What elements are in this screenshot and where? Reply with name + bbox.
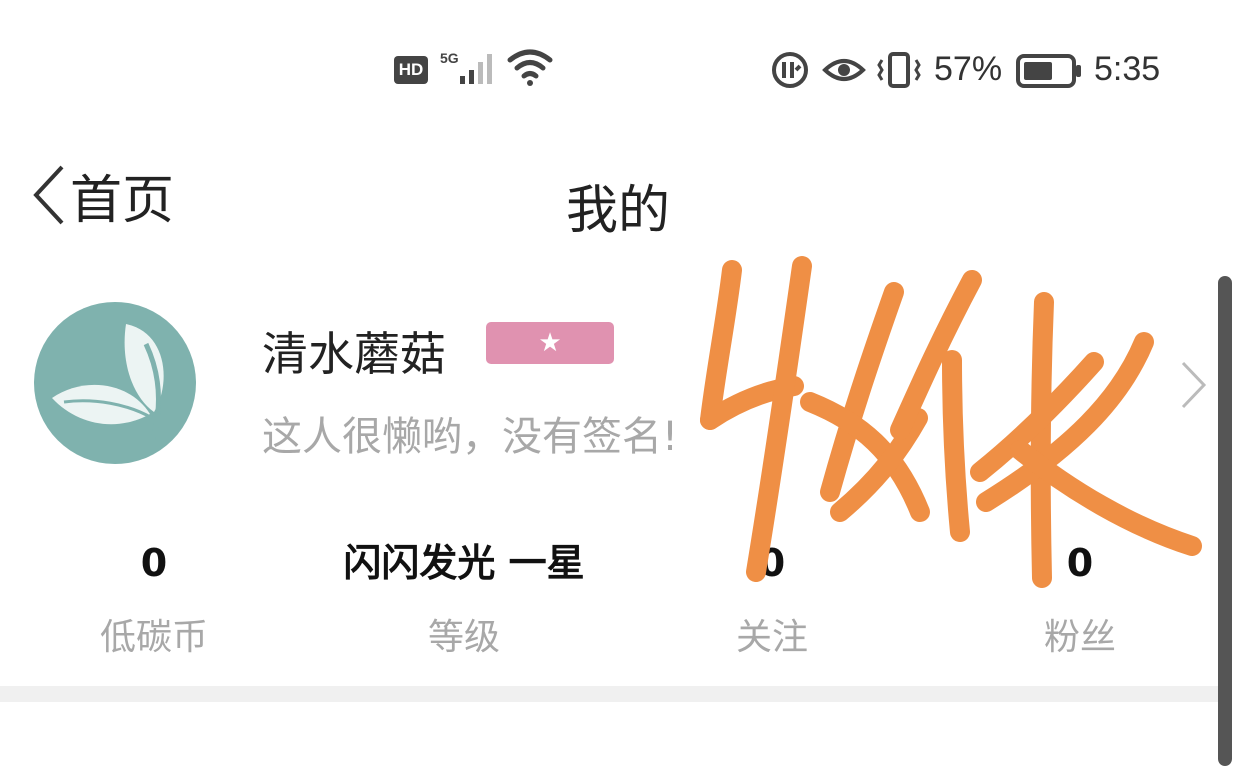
stat-value: 0	[758, 541, 786, 585]
stat-following[interactable]: 0 关注	[622, 536, 922, 660]
stat-value: 闪闪发光 一星	[343, 541, 585, 585]
level-badge: ★	[486, 322, 614, 364]
avatar[interactable]	[34, 302, 196, 464]
stat-carbon-coins[interactable]: 0 低碳币	[4, 536, 304, 660]
star-icon: ★	[538, 328, 562, 358]
stat-label: 关注	[735, 617, 808, 658]
profile-card[interactable]: 清水蘑菇 ★ 这人很懒哟，没有签名!	[0, 260, 1220, 490]
network-type: 5G	[440, 50, 459, 66]
wifi-icon	[507, 49, 553, 86]
battery-percent: 57%	[934, 50, 1003, 88]
top-nav-bar: 首页 我的	[0, 140, 1236, 250]
status-bar: HD 5G 57% 5:35	[0, 0, 1236, 130]
stat-label: 粉丝	[1043, 617, 1116, 658]
stat-level[interactable]: 闪闪发光 一星 等级	[314, 536, 614, 660]
scrollbar[interactable]	[1218, 276, 1232, 766]
user-name: 清水蘑菇	[262, 327, 446, 381]
section-divider	[0, 686, 1220, 702]
page-title: 我的	[565, 181, 670, 241]
signal-icon	[460, 54, 492, 84]
stat-value: 0	[140, 541, 168, 585]
stat-label: 等级	[427, 617, 500, 658]
vibrate-icon	[877, 52, 921, 88]
stat-followers[interactable]: 0 粉丝	[930, 536, 1230, 660]
battery-icon	[1016, 54, 1081, 88]
stat-value: 0	[1066, 541, 1094, 585]
clock: 5:35	[1094, 50, 1161, 88]
eye-icon	[822, 59, 866, 81]
leaf-logo-icon	[52, 324, 164, 464]
hd-icon: HD	[394, 56, 428, 84]
user-signature: 这人很懒哟，没有签名!	[262, 414, 679, 460]
data-saver-icon	[772, 52, 808, 88]
stats-row: 0 低碳币 闪闪发光 一星 等级 0 关注 0 粉丝	[0, 536, 1220, 666]
chevron-right-icon	[1181, 361, 1207, 409]
stat-label: 低碳币	[99, 617, 208, 658]
